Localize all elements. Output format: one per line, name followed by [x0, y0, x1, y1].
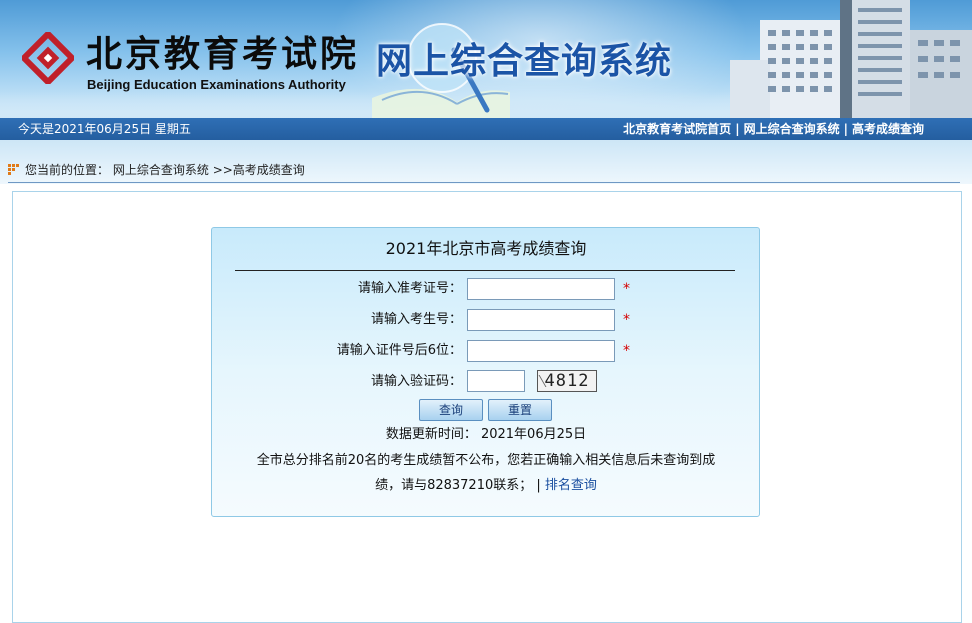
- query-form-title: 2021年北京市高考成绩查询: [385, 239, 587, 258]
- required-mark: *: [623, 343, 630, 359]
- top-nav-links: 北京教育考试院首页 | 网上综合查询系统 | 高考成绩查询: [623, 118, 924, 140]
- captcha-image[interactable]: 4812: [537, 370, 597, 392]
- notice-text: 绩，请与82837210联系；: [375, 478, 533, 493]
- candidate-number-label: 请输入考生号：: [370, 312, 462, 327]
- nav-link-gaokao-score[interactable]: 高考成绩查询: [852, 122, 924, 136]
- required-mark: *: [623, 312, 630, 328]
- breadcrumb-prefix: 您当前的位置：: [25, 163, 110, 177]
- logo-english-name: Beijing Education Examinations Authority: [87, 77, 346, 92]
- query-button[interactable]: 查询: [419, 399, 483, 421]
- rank-query-link[interactable]: 排名查询: [545, 478, 597, 493]
- id-last6-input[interactable]: [467, 340, 615, 362]
- header-banner: 北京教育考试院 Beijing Education Examinations A…: [0, 0, 972, 118]
- breadcrumb-system[interactable]: 网上综合查询系统: [113, 163, 209, 177]
- nav-link-query-system[interactable]: 网上综合查询系统: [744, 122, 840, 136]
- nav-separator: |: [735, 122, 740, 136]
- logo-chinese-name: 北京教育考试院: [86, 33, 360, 75]
- notice-line-1: 全市总分排名前20名的考生成绩暂不公布，您若正确输入相关信息后未查询到成: [256, 453, 716, 468]
- breadcrumb: 您当前的位置： 网上综合查询系统 >>高考成绩查询: [8, 162, 305, 178]
- nav-separator: |: [843, 122, 848, 136]
- top-nav-bar: 今天是2021年06月25日 星期五 北京教育考试院首页 | 网上综合查询系统 | 高考…: [0, 118, 972, 140]
- breadcrumb-current: >>高考成绩查询: [212, 163, 305, 177]
- candidate-number-input[interactable]: [467, 309, 615, 331]
- id-last6-label: 请输入证件号后6位：: [336, 343, 462, 358]
- breadcrumb-divider: [8, 182, 960, 183]
- system-title: 网上综合查询系统: [376, 41, 673, 82]
- reset-button[interactable]: 重置: [488, 399, 552, 421]
- nav-link-beea-home[interactable]: 北京教育考试院首页: [623, 122, 731, 136]
- title-divider: [235, 270, 735, 271]
- update-time: 数据更新时间： 2021年06月25日: [385, 427, 587, 442]
- required-mark: *: [623, 281, 630, 297]
- beea-logo-icon: [22, 32, 74, 84]
- exam-number-label: 请输入准考证号：: [357, 281, 462, 296]
- exam-number-input[interactable]: [467, 278, 615, 300]
- location-dots-icon: [8, 164, 19, 175]
- link-separator: |: [536, 478, 541, 493]
- captcha-label: 请输入验证码：: [370, 374, 462, 389]
- building-icon: [730, 0, 972, 118]
- current-date: 今天是2021年06月25日 星期五: [18, 122, 191, 136]
- notice-line-2: 绩，请与82837210联系； | 排名查询: [0, 476, 972, 496]
- captcha-noise: [538, 375, 596, 387]
- captcha-input[interactable]: [467, 370, 525, 392]
